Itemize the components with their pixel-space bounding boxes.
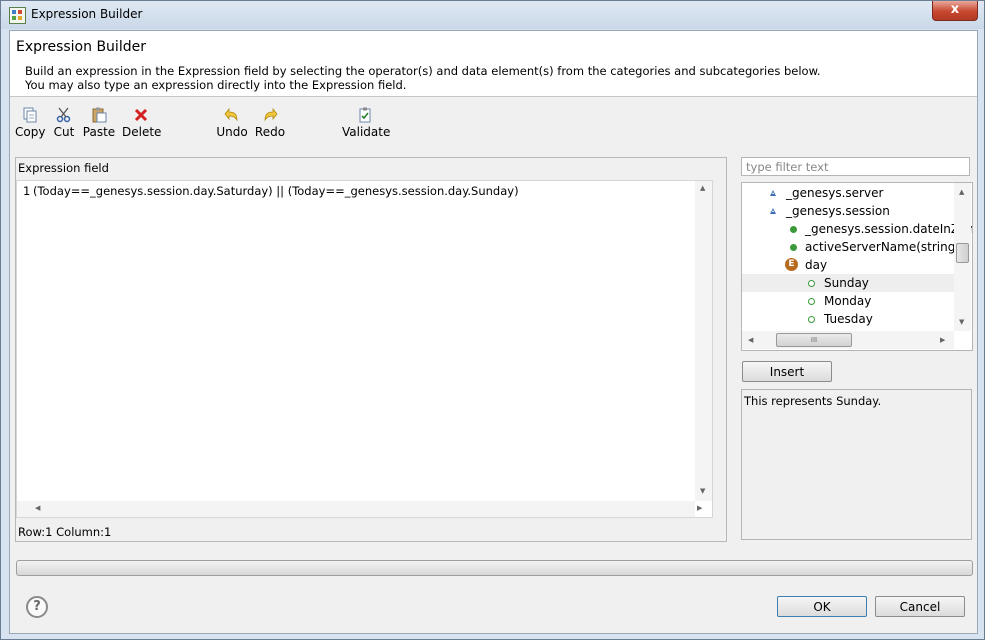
help-icon[interactable]: ? (26, 596, 48, 618)
expression-text: (Today==_genesys.session.day.Saturday) |… (33, 184, 519, 198)
filter-input[interactable]: type filter text (741, 157, 970, 176)
tree-item-label: _genesys.server (786, 186, 884, 200)
dialog-title: Expression Builder (16, 39, 146, 55)
scroll-up-arrow-icon[interactable]: ▲ (700, 184, 705, 192)
redo-label: Redo (254, 125, 286, 139)
tree-item-genesys-session[interactable]: _genesys.session (742, 202, 954, 220)
ok-button[interactable]: OK (777, 596, 867, 617)
undo-arrow-icon (224, 107, 240, 123)
copy-label: Copy (15, 125, 46, 139)
triangle-icon (770, 190, 776, 196)
window-title: Expression Builder (31, 7, 143, 21)
expression-editor[interactable]: 1 (Today==_genesys.session.day.Saturday)… (16, 180, 713, 518)
cut-button[interactable]: Cut (52, 107, 76, 139)
scroll-right-arrow-icon[interactable]: ▶ (940, 336, 945, 344)
green-dot-icon (790, 226, 797, 233)
hollow-dot-icon (808, 316, 815, 323)
tree-item-day[interactable]: E day (742, 256, 954, 274)
tree-item-monday[interactable]: Monday (742, 292, 954, 310)
dialog-client-area: Expression Builder Build an expression i… (9, 30, 978, 634)
dialog-header: Expression Builder Build an expression i… (10, 31, 977, 97)
scroll-left-arrow-icon[interactable]: ◀ (35, 504, 40, 512)
tree-item-label: Tuesday (824, 312, 873, 326)
delete-label: Delete (122, 125, 162, 139)
element-description-text: This represents Sunday. (744, 394, 882, 408)
app-icon (9, 7, 26, 24)
undo-label: Undo (216, 125, 248, 139)
progress-bar (16, 560, 973, 576)
paste-button[interactable]: Paste (82, 107, 116, 139)
tree-item-tuesday[interactable]: Tuesday (742, 310, 954, 328)
validate-button[interactable]: Validate (342, 107, 391, 139)
green-dot-icon (790, 244, 797, 251)
scroll-down-arrow-icon[interactable]: ▼ (700, 487, 705, 495)
scroll-right-arrow-icon[interactable]: ▶ (697, 504, 702, 512)
tree-item-sunday[interactable]: Sunday (742, 274, 954, 292)
tree-item-label: _genesys.session.dateInZone (805, 222, 973, 236)
red-x-icon (133, 107, 149, 123)
close-button[interactable]: x (932, 1, 978, 21)
expression-field-label: Expression field (18, 161, 109, 175)
line-number: 1 (23, 184, 31, 198)
delete-button[interactable]: Delete (122, 107, 162, 139)
element-description-box: This represents Sunday. (741, 389, 972, 540)
tree-item-date-in-zone[interactable]: _genesys.session.dateInZone (742, 220, 972, 238)
tree-item-genesys-server[interactable]: _genesys.server (742, 184, 954, 202)
expression-builder-window: Expression Builder x Expression Builder … (0, 0, 985, 640)
scroll-up-arrow-icon[interactable]: ▲ (959, 188, 964, 196)
description-line-2: You may also type an expression directly… (25, 78, 407, 92)
cursor-position-status: Row:1 Column:1 (18, 525, 112, 539)
category-tree[interactable]: _genesys.server _genesys.session _genesy… (741, 182, 973, 351)
editor-horizontal-scrollbar[interactable]: ◀ ▶ (17, 501, 702, 517)
title-bar[interactable]: Expression Builder x (1, 1, 984, 29)
scroll-down-arrow-icon[interactable]: ▼ (959, 318, 964, 326)
description-line-1: Build an expression in the Expression fi… (25, 64, 821, 78)
tree-item-label: Sunday (824, 276, 869, 290)
hollow-dot-icon (808, 298, 815, 305)
tree-vertical-scrollbar[interactable]: ▲ ▼ (954, 183, 971, 331)
tree-item-label: day (805, 258, 828, 272)
triangle-icon (770, 208, 776, 214)
dialog-description: Build an expression in the Expression fi… (25, 64, 821, 92)
copy-button[interactable]: Copy (15, 107, 45, 139)
scissors-icon (56, 107, 72, 123)
redo-arrow-icon (262, 107, 278, 123)
tree-horizontal-scrollbar[interactable]: ◀ III ▶ (742, 331, 954, 349)
tree-item-active-server-name[interactable]: activeServerName(string) : st (742, 238, 972, 256)
paste-label: Paste (82, 125, 116, 139)
copy-icon (22, 107, 38, 123)
enum-icon: E (785, 258, 798, 271)
scroll-thumb[interactable] (956, 243, 969, 263)
validate-icon (357, 107, 373, 123)
hollow-dot-icon (808, 280, 815, 287)
scroll-thumb[interactable]: III (776, 333, 852, 347)
paste-icon (91, 107, 107, 123)
expression-panel: Expression field 1 (Today==_genesys.sess… (15, 157, 727, 542)
redo-button[interactable]: Redo (254, 107, 286, 139)
tree-item-label: activeServerName(string) : st (805, 240, 973, 254)
validate-label: Validate (342, 125, 391, 139)
tree-item-label: _genesys.session (786, 204, 890, 218)
cut-label: Cut (53, 125, 75, 139)
cancel-button[interactable]: Cancel (875, 596, 965, 617)
editor-vertical-scrollbar[interactable]: ▲ ▼ (695, 181, 712, 501)
tree-item-label: Monday (824, 294, 872, 308)
scroll-left-arrow-icon[interactable]: ◀ (748, 336, 753, 344)
undo-button[interactable]: Undo (215, 107, 249, 139)
insert-button[interactable]: Insert (742, 361, 832, 382)
